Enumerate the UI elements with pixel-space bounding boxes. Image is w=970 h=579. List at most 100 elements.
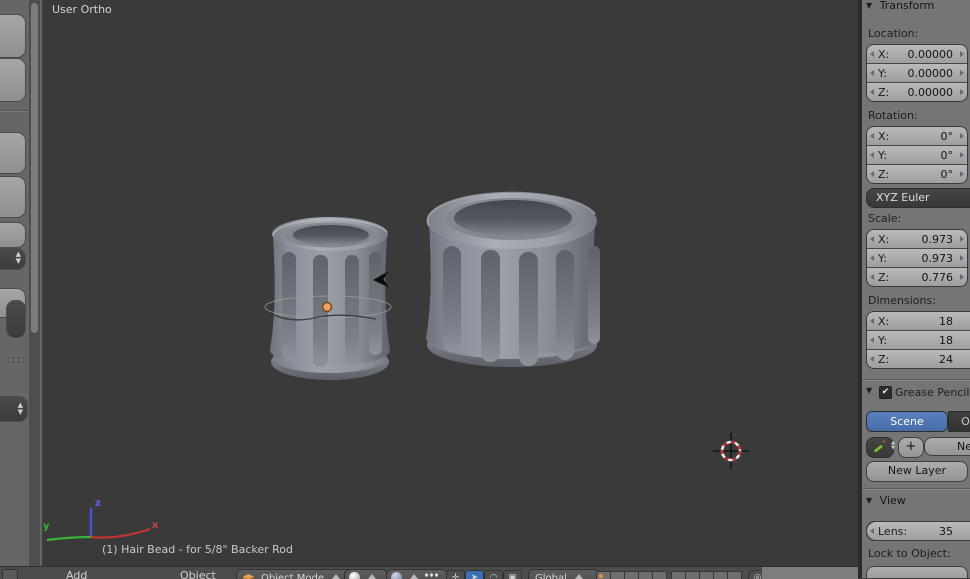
new-datablock-button[interactable]: New (924, 437, 970, 456)
decrement-arrow-icon[interactable] (870, 236, 874, 242)
collapse-triangle-icon[interactable]: ▼ (866, 386, 872, 395)
tool-shelf-separator (0, 110, 28, 111)
tool-shelf-button[interactable] (0, 132, 26, 174)
rotation-label: Rotation: (868, 109, 918, 122)
field-value: 24 (939, 353, 953, 366)
increment-arrow-icon[interactable] (960, 171, 964, 177)
field-axis-label: X: (878, 130, 890, 143)
decrement-arrow-icon[interactable] (870, 337, 874, 343)
decrement-arrow-icon[interactable] (870, 171, 874, 177)
field-value: 0.776 (921, 271, 954, 284)
new-layer-button[interactable]: New Layer (866, 461, 968, 482)
lens-label: Lens: (878, 525, 908, 538)
viewport-header: Add Object Object Mode ✛ ➤ ◠ ▣ Global ◎ (0, 566, 762, 579)
properties-panel: ▼ Transform Location: X: 0.00000 Y: 0.00… (862, 0, 970, 578)
axis-x-label: x (152, 520, 159, 531)
grease-pencil-checkbox[interactable]: ✔ (879, 386, 892, 399)
axis-icon: ✛ (451, 573, 460, 579)
decrement-arrow-icon[interactable] (870, 70, 874, 76)
viewport-header-empty (762, 566, 858, 579)
field-value: 0° (940, 130, 954, 143)
rotation-x-field[interactable]: X: 0° (867, 127, 967, 145)
dimensions-z-field[interactable]: Z: 24 (867, 350, 970, 368)
tool-shelf-button[interactable] (0, 222, 26, 248)
view-panel-header[interactable]: ▼ View (866, 494, 906, 507)
view-name-label: User Ortho (52, 3, 112, 16)
layer-object-dot-icon (599, 574, 603, 578)
tool-shelf-dropdown[interactable]: ▲ ▼ (0, 248, 26, 270)
decrement-arrow-icon[interactable] (870, 133, 874, 139)
increment-arrow-icon[interactable] (960, 274, 964, 280)
transform-panel-title: Transform (879, 0, 935, 12)
increment-arrow-icon[interactable] (960, 255, 964, 261)
pencil-datablock-button[interactable]: ▲ ▼ (866, 437, 895, 458)
scale-icon: ▣ (508, 573, 517, 579)
increment-arrow-icon[interactable] (960, 70, 964, 76)
lens-value: 35 (939, 525, 953, 538)
dimensions-fields: X: 18 Y: 18 Z: 24 (866, 311, 970, 369)
increment-arrow-icon[interactable] (960, 133, 964, 139)
axis-y-label: y (43, 521, 50, 532)
field-axis-label: X: (878, 233, 890, 246)
lens-field-group: Lens: 35 (866, 521, 970, 541)
rotation-z-field[interactable]: Z: 0° (867, 165, 967, 183)
field-value: 0.00000 (907, 86, 954, 99)
decrement-arrow-icon[interactable] (870, 528, 874, 534)
location-fields: X: 0.00000 Y: 0.00000 Z: 0.00000 (866, 44, 968, 102)
increment-arrow-icon[interactable] (960, 152, 964, 158)
scale-y-field[interactable]: Y: 0.973 (867, 249, 967, 267)
increment-arrow-icon[interactable] (960, 236, 964, 242)
location-y-field[interactable]: Y: 0.00000 (867, 64, 967, 82)
location-z-field[interactable]: Z: 0.00000 (867, 83, 967, 101)
tab-scene[interactable]: Scene (866, 411, 948, 432)
field-value: 0° (940, 168, 954, 181)
field-value: 0.00000 (907, 67, 954, 80)
field-axis-label: Y: (878, 334, 887, 347)
dimensions-y-field[interactable]: Y: 18 (867, 331, 970, 349)
field-axis-label: X: (878, 48, 890, 61)
stepper-arrows-icon[interactable]: ▲ ▼ (891, 441, 895, 451)
increment-arrow-icon[interactable] (960, 51, 964, 57)
rotation-mode-dropdown[interactable]: XYZ Euler (866, 188, 970, 208)
decrement-arrow-icon[interactable] (870, 51, 874, 57)
tool-shelf-dropdown[interactable]: ▲ ▼ (0, 396, 28, 422)
decrement-arrow-icon[interactable] (870, 274, 874, 280)
decrement-arrow-icon[interactable] (870, 89, 874, 95)
scale-z-field[interactable]: Z: 0.776 (867, 268, 967, 286)
field-value: 18 (939, 315, 953, 328)
decrement-arrow-icon[interactable] (870, 255, 874, 261)
viewport-3d[interactable]: User Ortho (1) Hair Bead - for 5/8" Back… (42, 0, 858, 566)
increment-arrow-icon[interactable] (960, 89, 964, 95)
decrement-arrow-icon[interactable] (870, 152, 874, 158)
dropdown-arrow-icon (410, 574, 419, 579)
stepper-arrows-icon[interactable]: ▲ ▼ (16, 251, 21, 265)
grease-pencil-panel-header[interactable]: ▼ (866, 384, 876, 397)
tool-shelf-scrollbar-thumb[interactable] (31, 3, 38, 333)
collapse-triangle-icon[interactable]: ▼ (866, 496, 872, 505)
tool-shelf-button[interactable] (6, 300, 26, 338)
decrement-arrow-icon[interactable] (870, 318, 874, 324)
tool-shelf-button[interactable] (0, 176, 26, 218)
rotation-fields: X: 0° Y: 0° Z: 0° (866, 126, 968, 184)
panel-separator (862, 488, 970, 489)
collapse-triangle-icon[interactable]: ▼ (866, 1, 872, 10)
bead-large-object[interactable] (426, 191, 600, 367)
object-origin-point (321, 301, 333, 313)
transform-panel-header[interactable]: ▼ Transform (866, 0, 934, 12)
blender-window: { "viewport": { "view_label": "User Orth… (0, 0, 970, 579)
rotation-y-field[interactable]: Y: 0° (867, 146, 967, 164)
add-plus-button[interactable]: + (898, 437, 924, 458)
lock-to-object-field[interactable] (866, 566, 968, 578)
location-x-field[interactable]: X: 0.00000 (867, 45, 967, 63)
decrement-arrow-icon[interactable] (870, 356, 874, 362)
tool-shelf-button[interactable] (0, 58, 26, 102)
lens-slider[interactable]: Lens: 35 (867, 522, 970, 540)
tab-object[interactable]: Object (948, 411, 970, 432)
panel-grip-icon[interactable] (6, 356, 24, 363)
stepper-arrows-icon[interactable]: ▲ ▼ (18, 402, 23, 416)
tool-shelf-button[interactable] (0, 14, 26, 58)
dimensions-x-field[interactable]: X: 18 (867, 312, 970, 330)
tool-shelf: ▲ ▼ ▲ ▼ (0, 0, 42, 566)
scale-x-field[interactable]: X: 0.973 (867, 230, 967, 248)
viewport-scene (46, 191, 749, 542)
